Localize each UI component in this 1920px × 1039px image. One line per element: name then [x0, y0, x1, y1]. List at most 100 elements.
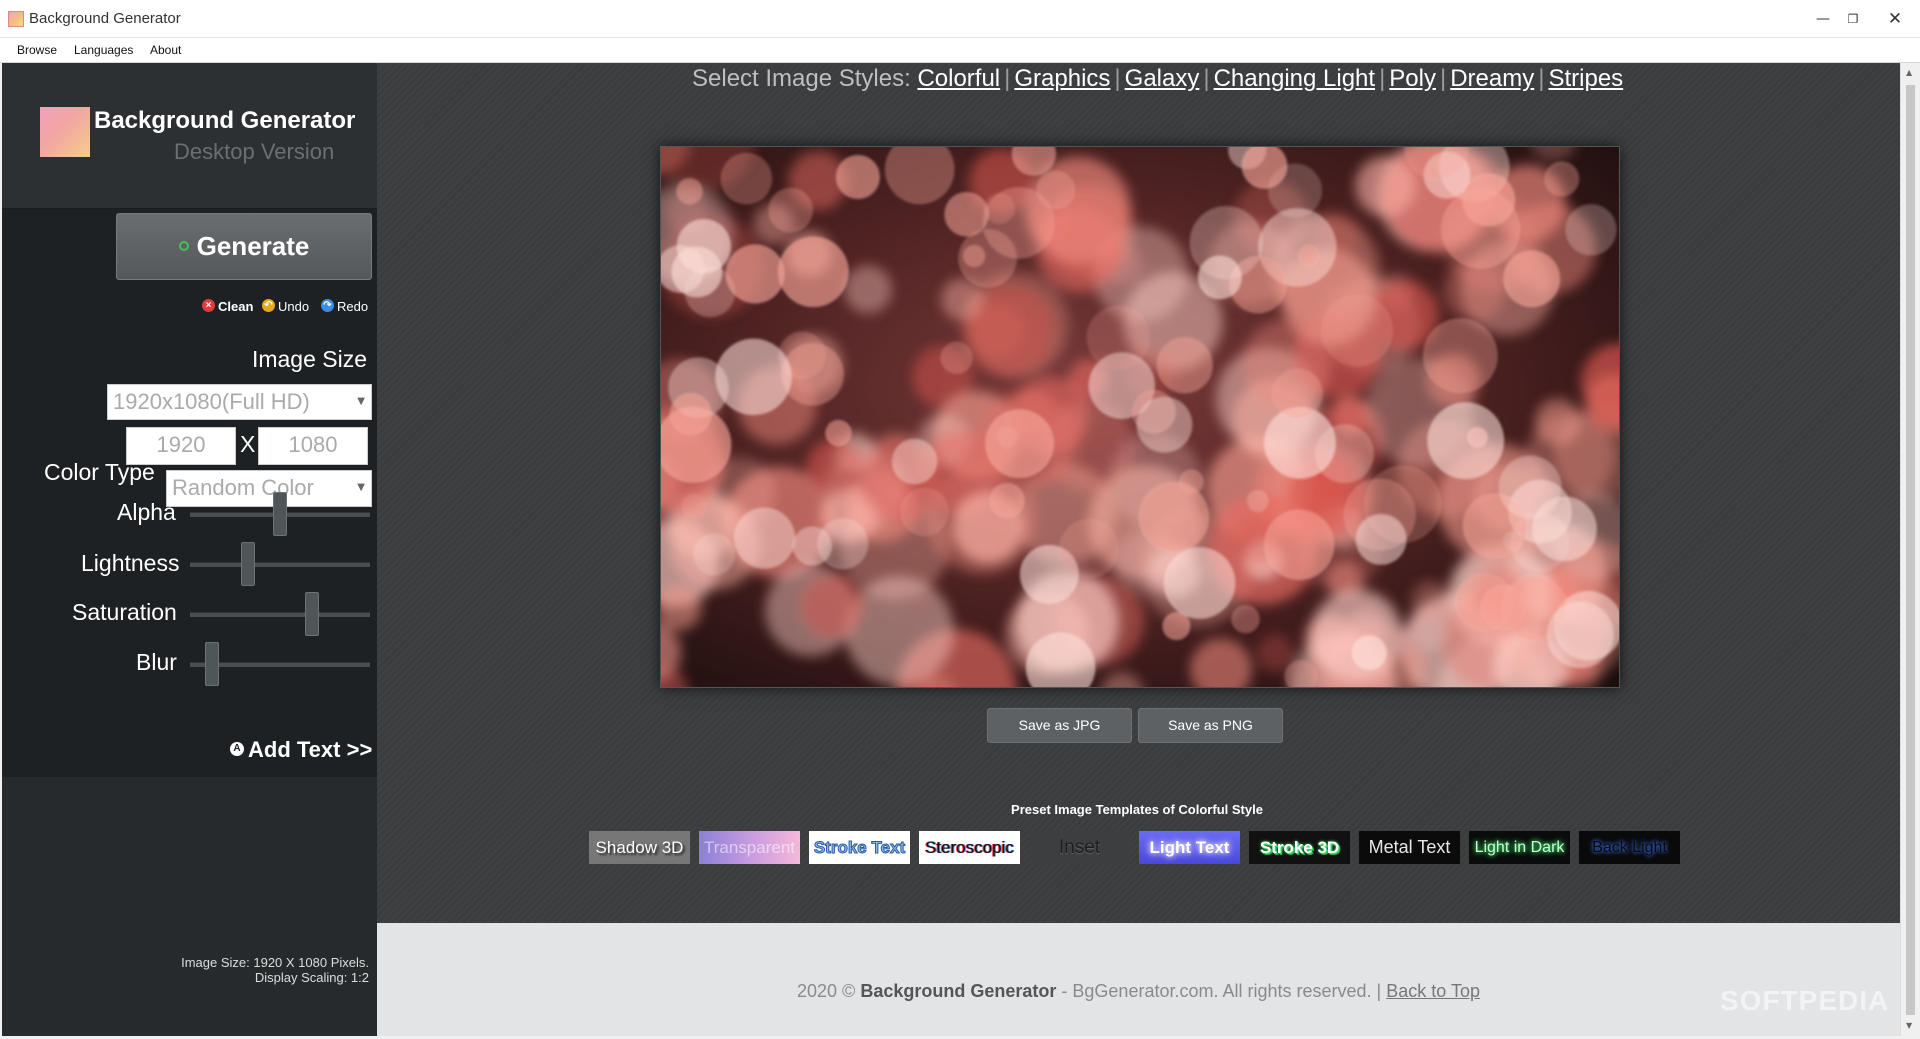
generate-icon [178, 241, 189, 252]
saturation-slider-track[interactable] [190, 612, 370, 617]
bokeh-blob [1284, 659, 1318, 687]
dimension-separator: X [240, 431, 256, 457]
redo-button[interactable]: ↷ Redo [321, 299, 368, 314]
add-text-button[interactable]: A Add Text >> [230, 737, 372, 763]
color-type-label: Color Type [44, 459, 155, 485]
preset-shadow-3d[interactable]: Shadow 3D [589, 831, 690, 864]
bokeh-blob [1272, 368, 1323, 420]
image-size-info: Image Size: 1920 X 1080 Pixels. [181, 955, 369, 970]
back-to-top-link[interactable]: Back to Top [1386, 981, 1480, 1001]
preset-inset[interactable]: Inset [1029, 831, 1130, 864]
scroll-down-icon[interactable]: ▼ [1906, 1021, 1912, 1030]
preset-stroke-3d[interactable]: Stroke 3D [1249, 831, 1350, 864]
bokeh-blob [1426, 401, 1505, 480]
app-subtitle: Desktop Version [174, 139, 335, 164]
styles-prefix: Select Image Styles: [692, 65, 911, 92]
preset-steroscopic[interactable]: Steroscopic [919, 831, 1020, 864]
sidebar: Background Generator Desktop Version Gen… [2, 63, 377, 1036]
blur-slider-thumb[interactable] [204, 642, 219, 686]
bokeh-blob [669, 392, 712, 435]
lightness-slider-thumb[interactable] [240, 542, 255, 586]
window-title: Background Generator [29, 10, 181, 27]
color-type-select[interactable]: Random Color ▼ [166, 470, 372, 507]
app-icon [8, 11, 24, 27]
preset-stroke-text[interactable]: Stroke Text [809, 831, 910, 864]
menu-browse[interactable]: Browse [17, 43, 57, 57]
bokeh-blob [692, 532, 736, 576]
bokeh-blob [1246, 489, 1270, 513]
bokeh-blob [777, 236, 849, 308]
bokeh-blob [1086, 305, 1151, 370]
bokeh-blob [825, 419, 852, 447]
text-icon: A [230, 742, 244, 757]
bokeh-blob [768, 187, 814, 233]
style-stripes[interactable]: Stripes [1548, 65, 1623, 92]
bokeh-blob [1138, 481, 1210, 553]
menu-languages[interactable]: Languages [74, 43, 133, 57]
preset-metal-text[interactable]: Metal Text [1359, 831, 1460, 864]
clean-button[interactable]: × Clean [202, 299, 253, 314]
bokeh-blob [733, 507, 796, 570]
style-poly[interactable]: Poly [1389, 65, 1436, 92]
bokeh-blob [891, 438, 938, 485]
style-dreamy[interactable]: Dreamy [1450, 65, 1534, 92]
alpha-label: Alpha [117, 499, 176, 525]
bokeh-blob [1503, 250, 1561, 308]
save-jpg-button[interactable]: Save as JPG [987, 708, 1132, 743]
alpha-slider-thumb[interactable] [273, 492, 287, 536]
bokeh-blob [1531, 496, 1598, 562]
style-changing-light[interactable]: Changing Light [1214, 65, 1375, 92]
bokeh-blob [982, 186, 1055, 260]
redo-icon: ↷ [321, 299, 334, 313]
display-scaling-info: Display Scaling: 1:2 [254, 970, 369, 985]
footer-text: 2020 © Background Generator - BgGenerato… [797, 981, 1480, 1001]
undo-button[interactable]: ↶ Undo [262, 299, 309, 314]
bokeh-blob [1263, 509, 1335, 581]
vertical-scrollbar[interactable]: ▲ ▼ [1900, 63, 1920, 1036]
bokeh-blob [1136, 396, 1193, 454]
blur-label: Blur [136, 649, 177, 675]
saturation-slider-thumb[interactable] [305, 592, 320, 636]
generate-label: Generate [196, 231, 310, 261]
clean-icon: × [202, 299, 215, 313]
style-colorful[interactable]: Colorful [917, 65, 1000, 92]
height-input[interactable]: 1080 [258, 427, 368, 465]
bokeh-blob [844, 576, 954, 686]
main-area: Select Image Styles: Colorful | Graphics | G… [377, 63, 1900, 923]
bokeh-blob [1440, 189, 1521, 269]
bokeh-blob [1189, 205, 1264, 280]
preset-transparent[interactable]: Transparent [699, 831, 800, 864]
style-graphics[interactable]: Graphics [1014, 65, 1110, 92]
preset-back-light[interactable]: Back Light [1579, 831, 1680, 864]
image-size-select[interactable]: 1920x1080(Full HD) ▼ [107, 384, 372, 420]
saturation-label: Saturation [72, 599, 177, 625]
generate-button[interactable]: Generate [116, 213, 372, 280]
scrollbar-thumb[interactable] [1906, 85, 1915, 1015]
chevron-down-icon: ▼ [357, 396, 365, 407]
restore-icon[interactable]: ❐ [1840, 6, 1866, 32]
preset-light-in-dark[interactable]: Light in Dark [1469, 831, 1570, 864]
lightness-slider-track[interactable] [190, 562, 370, 567]
bokeh-blob [1320, 294, 1394, 367]
minimize-icon[interactable]: — [1810, 6, 1836, 32]
image-info: Image Size: 1920 X 1080 Pixels. Display … [181, 955, 369, 985]
bokeh-blob [1422, 318, 1498, 394]
scroll-up-icon[interactable]: ▲ [1906, 68, 1912, 77]
bokeh-blob [1162, 611, 1191, 641]
bokeh-blob [1163, 546, 1236, 620]
style-galaxy[interactable]: Galaxy [1125, 65, 1200, 92]
bokeh-blob [714, 338, 793, 416]
bokeh-blob [1310, 589, 1403, 682]
bokeh-blob [1298, 244, 1320, 267]
bokeh-blob [971, 303, 1025, 357]
save-png-button[interactable]: Save as PNG [1138, 708, 1283, 743]
bokeh-blob [1544, 161, 1580, 197]
menu-about[interactable]: About [150, 43, 181, 57]
bokeh-blob [725, 244, 785, 304]
close-icon[interactable]: ✕ [1882, 6, 1908, 32]
bokeh-blob [799, 574, 864, 639]
sidebar-header: Background Generator Desktop Version [2, 63, 377, 209]
preset-light-text[interactable]: Light Text [1139, 831, 1240, 864]
lightness-label: Lightness [81, 550, 180, 576]
bokeh-blob [900, 487, 950, 537]
